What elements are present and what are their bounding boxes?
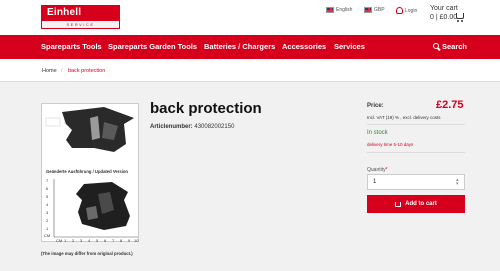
nav-services[interactable]: Services — [334, 35, 365, 59]
stock-status: In stock — [367, 130, 388, 136]
svg-text:4: 4 — [46, 202, 49, 207]
quantity-value: 1 — [373, 179, 377, 185]
svg-text:2: 2 — [46, 218, 49, 223]
nav-spareparts-garden-tools[interactable]: Spareparts Garden Tools — [108, 35, 197, 59]
svg-text:1: 1 — [64, 238, 67, 243]
svg-text:5: 5 — [46, 194, 49, 199]
nav-accessories[interactable]: Accessories — [282, 35, 326, 59]
svg-text:1: 1 — [46, 226, 49, 231]
quantity-input[interactable]: 1 ▴ ▾ — [367, 174, 465, 190]
currency-selector[interactable]: GBP — [364, 7, 385, 13]
logo-subtitle: SERVICE — [41, 21, 120, 29]
add-to-cart-label: Add to cart — [405, 201, 437, 207]
image-disclaimer: (The image may differ from original prod… — [41, 251, 133, 256]
quantity-label: Quantity* — [367, 167, 388, 173]
user-icon — [396, 7, 403, 14]
cart-total: 0 | £0.00 — [430, 14, 458, 21]
article-number-value: 430082002150 — [194, 124, 235, 130]
article-number-line: Articlenumber: 430082002150 — [150, 124, 234, 130]
article-number-label: Articlenumber: — [150, 124, 193, 130]
svg-text:9: 9 — [128, 238, 131, 243]
inner-caption: Geänderte Ausführung / Updated Version — [46, 169, 128, 174]
svg-text:4: 4 — [88, 238, 91, 243]
svg-text:CM: CM — [44, 233, 50, 238]
cart-icon[interactable] — [456, 13, 464, 22]
breadcrumb: Home / back protection — [0, 59, 500, 82]
search-icon[interactable] — [433, 43, 439, 49]
uk-flag-icon — [326, 7, 334, 13]
svg-text:6: 6 — [104, 238, 107, 243]
einhell-logo[interactable]: Einhell SERVICE — [41, 5, 120, 29]
svg-text:2: 2 — [72, 238, 75, 243]
price-value: £2.75 — [436, 99, 464, 111]
currency-label: GBP — [374, 7, 385, 13]
breadcrumb-current[interactable]: back protection — [68, 68, 105, 74]
nav-spareparts-tools[interactable]: Spareparts Tools — [41, 35, 102, 59]
cart-title: Your cart — [430, 5, 458, 12]
required-marker: * — [385, 167, 388, 173]
main-navigation: Spareparts Tools Spareparts Garden Tools… — [0, 35, 500, 59]
quantity-stepper[interactable]: ▴ ▾ — [456, 178, 460, 187]
login-link[interactable]: Login — [396, 7, 417, 14]
svg-text:8: 8 — [120, 238, 123, 243]
product-image[interactable]: Geänderte Ausführung / Updated Version 7… — [41, 103, 139, 243]
top-header: Einhell SERVICE English GBP Login Your c… — [0, 0, 500, 35]
divider — [367, 152, 465, 153]
svg-text:3: 3 — [80, 238, 83, 243]
login-label: Login — [405, 7, 418, 14]
divider — [367, 124, 465, 125]
svg-text:7: 7 — [46, 178, 49, 183]
product-title: back protection — [150, 100, 262, 117]
logo-wordmark: Einhell — [41, 5, 120, 21]
back-protection-drawing: Geänderte Ausführung / Updated Version 7… — [44, 107, 139, 243]
quantity-label-text: Quantity — [367, 167, 386, 173]
price-label: Price: — [367, 103, 384, 109]
language-label: English — [336, 7, 353, 13]
svg-text:CM: CM — [56, 238, 62, 243]
svg-text:5: 5 — [96, 238, 99, 243]
delivery-time: delivery time 5-10 days — [367, 142, 414, 147]
svg-text:6: 6 — [46, 186, 49, 191]
svg-text:3: 3 — [46, 210, 49, 215]
svg-text:7: 7 — [112, 238, 115, 243]
language-selector[interactable]: English — [326, 7, 352, 13]
breadcrumb-separator: / — [61, 68, 63, 74]
uk-flag-icon — [364, 7, 372, 13]
cart-icon — [395, 201, 402, 207]
nav-search[interactable]: Search — [442, 35, 467, 59]
nav-batteries-chargers[interactable]: Batteries / Chargers — [204, 35, 275, 59]
cart-summary[interactable]: Your cart 0 | £0.00 — [430, 4, 458, 22]
breadcrumb-home[interactable]: Home — [42, 68, 57, 74]
vat-note: Incl. VAT (19) % , excl. delivery costs — [367, 115, 441, 120]
add-to-cart-button[interactable]: Add to cart — [367, 195, 465, 213]
svg-text:10: 10 — [134, 238, 139, 243]
